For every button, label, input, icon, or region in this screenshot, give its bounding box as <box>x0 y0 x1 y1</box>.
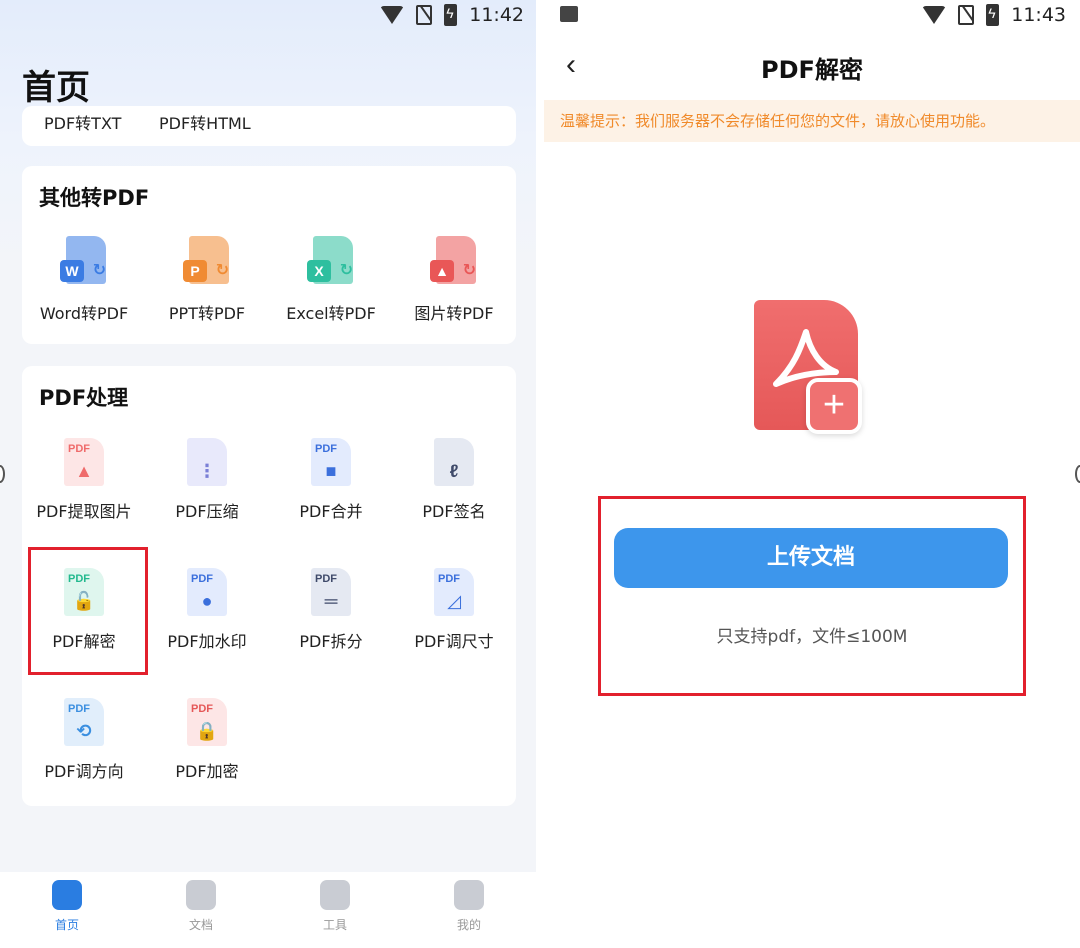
word-icon: W ↻ <box>60 236 108 288</box>
tab-profile[interactable]: 我的 <box>402 880 536 933</box>
tool-ppt-to-pdf[interactable]: P ↻ PPT转PDF <box>145 236 269 324</box>
pdf-to-html-link[interactable]: PDF转HTML <box>159 110 251 134</box>
tool-label: PDF提取图片 <box>36 502 132 521</box>
tab-label: 我的 <box>456 918 481 932</box>
tab-cube[interactable]: 工具 <box>268 880 402 933</box>
tool-excel-to-pdf[interactable]: X ↻ Excel转PDF <box>269 236 393 324</box>
split-icon: PDF ═ <box>311 568 351 616</box>
profile-icon <box>454 880 484 910</box>
watermark-icon: PDF ● <box>187 568 227 616</box>
tab-label: 首页 <box>54 918 79 932</box>
tool-lock[interactable]: PDF 🔒 PDF加密 <box>145 698 269 782</box>
tool-label: PDF压缩 <box>175 502 239 521</box>
pdf-to-txt-link[interactable]: PDF转TXT <box>44 110 121 134</box>
tool-resize[interactable]: PDF ◿ PDF调尺寸 <box>392 568 516 652</box>
privacy-notice: 温馨提示：我们服务器不会存储任何您的文件，请放心使用功能。 <box>544 100 1080 142</box>
status-time: 11:43 <box>1011 4 1066 26</box>
tool-split[interactable]: PDF ═ PDF拆分 <box>269 568 393 652</box>
tool-rotate[interactable]: PDF ⟲ PDF调方向 <box>22 698 146 782</box>
tool-label: PDF拆分 <box>299 632 363 651</box>
folder-icon <box>186 880 216 910</box>
tool-label: PDF签名 <box>422 502 486 521</box>
page-title: PDF解密 <box>761 56 863 84</box>
convert-links-card: PDF转TXT PDF转HTML <box>22 106 516 146</box>
upload-document-button[interactable]: 上传文档 <box>614 528 1008 588</box>
tool-compress[interactable]: ⋮ PDF压缩 <box>145 438 269 522</box>
decrypt-screen: 11:43 ‹ PDF解密 温馨提示：我们服务器不会存储任何您的文件，请放心使用… <box>544 0 1080 948</box>
highlight-box <box>28 547 148 675</box>
no-sim-icon <box>416 5 433 25</box>
resize-icon: PDF ◿ <box>434 568 474 616</box>
home-icon <box>52 880 82 910</box>
highlight-box <box>598 496 1026 696</box>
tool-label: Excel转PDF <box>286 304 376 323</box>
lock-icon: PDF 🔒 <box>187 698 227 746</box>
add-icon: + <box>806 378 862 434</box>
page-title: 首页 <box>22 68 90 108</box>
merge-icon: PDF ■ <box>311 438 351 486</box>
gallery-notification-icon <box>560 6 578 22</box>
divider <box>536 0 544 948</box>
extract-image-icon: PDF ▲ <box>64 438 104 486</box>
status-bar: 11:43 <box>544 0 1080 30</box>
tool-label: 图片转PDF <box>414 304 494 323</box>
tool-word-to-pdf[interactable]: W ↻ Word转PDF <box>22 236 146 324</box>
ppt-icon: P ↻ <box>183 236 231 288</box>
tool-label: PPT转PDF <box>168 304 246 323</box>
tool-extract-image[interactable]: PDF ▲ PDF提取图片 <box>22 438 146 522</box>
tool-signature[interactable]: ℓ PDF签名 <box>392 438 516 522</box>
pdf-upload-illustration: + <box>754 300 864 440</box>
wifi-icon <box>380 6 405 24</box>
tab-folder[interactable]: 文档 <box>134 880 268 933</box>
section-heading: PDF处理 <box>39 386 129 410</box>
excel-icon: X ↻ <box>307 236 355 288</box>
tool-label: Word转PDF <box>39 304 129 323</box>
battery-charging-icon <box>986 4 1000 26</box>
tool-label: PDF加密 <box>175 762 239 781</box>
tool-image-to-pdf[interactable]: ▲ ↻ 图片转PDF <box>392 236 516 324</box>
tool-watermark[interactable]: PDF ● PDF加水印 <box>145 568 269 652</box>
tool-label: PDF合并 <box>299 502 363 521</box>
compress-icon: ⋮ <box>187 438 227 486</box>
wifi-icon <box>922 6 947 24</box>
tab-label: 工具 <box>322 918 347 932</box>
bottom-tab-bar: 首页 文档 工具 我的 <box>0 872 536 948</box>
tool-merge[interactable]: PDF ■ PDF合并 <box>269 438 393 522</box>
other-to-pdf-card: 其他转PDF W ↻ Word转PDF P ↻ PPT转PDF X ↻ Excel转PDF ▲ ↻ 图… <box>22 166 516 344</box>
cube-icon <box>320 880 350 910</box>
edge-handle <box>1075 465 1080 483</box>
no-sim-icon <box>958 5 975 25</box>
status-bar: 11:42 <box>0 0 536 30</box>
upload-hint: 只支持pdf，文件≤100M <box>716 627 908 647</box>
battery-charging-icon <box>444 4 458 26</box>
home-screen: 11:42 首页 PDF转TXT PDF转HTML 其他转PDF W↻ Word转… <box>0 0 536 948</box>
signature-icon: ℓ <box>434 438 474 486</box>
rotate-icon: PDF ⟲ <box>64 698 104 746</box>
status-time: 11:42 <box>469 4 524 26</box>
image-icon: ▲ ↻ <box>430 236 478 288</box>
tab-home[interactable]: 首页 <box>0 880 134 933</box>
tool-label: PDF调方向 <box>44 762 124 781</box>
tab-label: 文档 <box>188 918 213 932</box>
tool-label: PDF调尺寸 <box>414 632 494 651</box>
section-heading: 其他转PDF <box>39 186 150 210</box>
tool-label: PDF加水印 <box>167 632 247 651</box>
